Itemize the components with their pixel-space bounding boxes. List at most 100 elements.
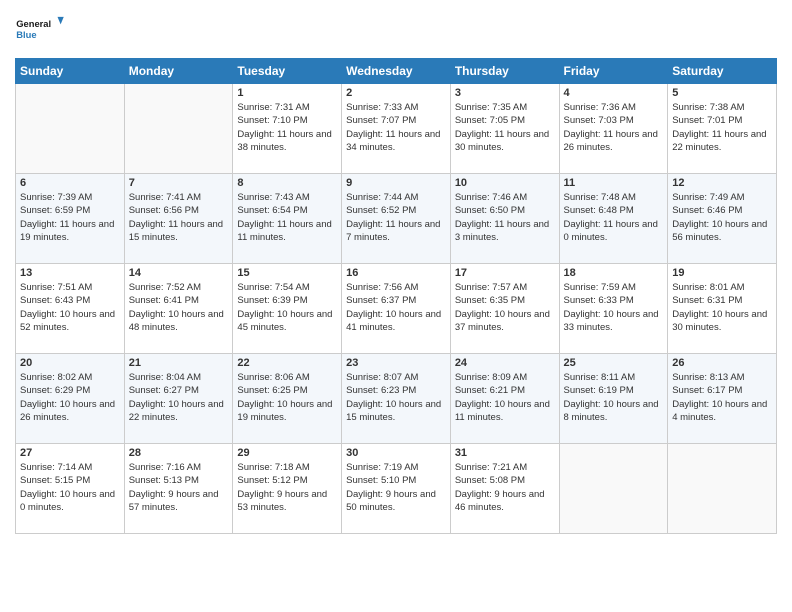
day-cell: 7 Sunrise: 7:41 AM Sunset: 6:56 PM Daylig… xyxy=(124,174,233,264)
svg-text:General: General xyxy=(16,19,51,29)
day-number: 30 xyxy=(346,447,446,459)
day-info: Sunrise: 7:44 AM Sunset: 6:52 PM Dayligh… xyxy=(346,191,446,244)
day-cell: 22 Sunrise: 8:06 AM Sunset: 6:25 PM Dayli… xyxy=(233,354,342,444)
weekday-header-row: SundayMondayTuesdayWednesdayThursdayFrid… xyxy=(16,59,777,84)
week-row-4: 20 Sunrise: 8:02 AM Sunset: 6:29 PM Dayli… xyxy=(16,354,777,444)
day-number: 19 xyxy=(672,267,772,279)
day-cell xyxy=(16,84,125,174)
day-number: 13 xyxy=(20,267,120,279)
day-cell: 24Sunrise: 8:09 AM Sunset: 6:21 PM Dayli… xyxy=(450,354,559,444)
day-cell: 6 Sunrise: 7:39 AM Sunset: 6:59 PM Daylig… xyxy=(16,174,125,264)
day-number: 15 xyxy=(237,267,337,279)
day-number: 11 xyxy=(564,177,664,189)
day-info: Sunrise: 7:21 AM Sunset: 5:08 PM Dayligh… xyxy=(455,461,555,514)
day-info: Sunrise: 8:07 AM Sunset: 6:23 PM Dayligh… xyxy=(346,371,446,424)
day-info: Sunrise: 7:56 AM Sunset: 6:37 PM Dayligh… xyxy=(346,281,446,334)
weekday-header-sunday: Sunday xyxy=(16,59,125,84)
day-info: Sunrise: 8:01 AM Sunset: 6:31 PM Dayligh… xyxy=(672,281,772,334)
weekday-header-monday: Monday xyxy=(124,59,233,84)
week-row-2: 6 Sunrise: 7:39 AM Sunset: 6:59 PM Daylig… xyxy=(16,174,777,264)
day-cell xyxy=(124,84,233,174)
day-cell: 29 Sunrise: 7:18 AM Sunset: 5:12 PM Dayli… xyxy=(233,444,342,534)
day-info: Sunrise: 7:41 AM Sunset: 6:56 PM Dayligh… xyxy=(129,191,229,244)
day-cell: 18 Sunrise: 7:59 AM Sunset: 6:33 PM Dayli… xyxy=(559,264,668,354)
day-cell: 21Sunrise: 8:04 AM Sunset: 6:27 PM Dayli… xyxy=(124,354,233,444)
day-info: Sunrise: 7:35 AM Sunset: 7:05 PM Dayligh… xyxy=(455,101,555,154)
weekday-header-saturday: Saturday xyxy=(668,59,777,84)
day-number: 1 xyxy=(237,87,337,99)
day-info: Sunrise: 7:18 AM Sunset: 5:12 PM Dayligh… xyxy=(237,461,337,514)
day-cell: 13Sunrise: 7:51 AM Sunset: 6:43 PM Dayli… xyxy=(16,264,125,354)
day-number: 6 xyxy=(20,177,120,189)
weekday-header-thursday: Thursday xyxy=(450,59,559,84)
week-row-5: 27 Sunrise: 7:14 AM Sunset: 5:15 PM Dayli… xyxy=(16,444,777,534)
day-cell: 17 Sunrise: 7:57 AM Sunset: 6:35 PM Dayli… xyxy=(450,264,559,354)
weekday-header-tuesday: Tuesday xyxy=(233,59,342,84)
day-cell: 28 Sunrise: 7:16 AM Sunset: 5:13 PM Dayli… xyxy=(124,444,233,534)
day-info: Sunrise: 7:38 AM Sunset: 7:01 PM Dayligh… xyxy=(672,101,772,154)
day-number: 8 xyxy=(237,177,337,189)
day-number: 22 xyxy=(237,357,337,369)
day-cell: 9 Sunrise: 7:44 AM Sunset: 6:52 PM Daylig… xyxy=(342,174,451,264)
svg-text:Blue: Blue xyxy=(16,30,36,40)
day-cell: 10Sunrise: 7:46 AM Sunset: 6:50 PM Dayli… xyxy=(450,174,559,264)
day-number: 18 xyxy=(564,267,664,279)
day-cell: 30Sunrise: 7:19 AM Sunset: 5:10 PM Dayli… xyxy=(342,444,451,534)
day-info: Sunrise: 7:49 AM Sunset: 6:46 PM Dayligh… xyxy=(672,191,772,244)
day-number: 20 xyxy=(20,357,120,369)
day-info: Sunrise: 7:16 AM Sunset: 5:13 PM Dayligh… xyxy=(129,461,229,514)
day-cell: 2Sunrise: 7:33 AM Sunset: 7:07 PM Daylig… xyxy=(342,84,451,174)
day-number: 9 xyxy=(346,177,446,189)
day-cell: 11 Sunrise: 7:48 AM Sunset: 6:48 PM Dayli… xyxy=(559,174,668,264)
day-cell: 3 Sunrise: 7:35 AM Sunset: 7:05 PM Daylig… xyxy=(450,84,559,174)
day-info: Sunrise: 7:48 AM Sunset: 6:48 PM Dayligh… xyxy=(564,191,664,244)
day-cell: 5Sunrise: 7:38 AM Sunset: 7:01 PM Daylig… xyxy=(668,84,777,174)
week-row-3: 13Sunrise: 7:51 AM Sunset: 6:43 PM Dayli… xyxy=(16,264,777,354)
day-number: 14 xyxy=(129,267,229,279)
day-info: Sunrise: 7:14 AM Sunset: 5:15 PM Dayligh… xyxy=(20,461,120,514)
day-cell: 23Sunrise: 8:07 AM Sunset: 6:23 PM Dayli… xyxy=(342,354,451,444)
day-info: Sunrise: 8:13 AM Sunset: 6:17 PM Dayligh… xyxy=(672,371,772,424)
day-info: Sunrise: 8:04 AM Sunset: 6:27 PM Dayligh… xyxy=(129,371,229,424)
weekday-header-wednesday: Wednesday xyxy=(342,59,451,84)
day-cell: 19 Sunrise: 8:01 AM Sunset: 6:31 PM Dayli… xyxy=(668,264,777,354)
day-info: Sunrise: 8:11 AM Sunset: 6:19 PM Dayligh… xyxy=(564,371,664,424)
day-cell: 31Sunrise: 7:21 AM Sunset: 5:08 PM Dayli… xyxy=(450,444,559,534)
header: General Blue xyxy=(15,10,777,50)
day-info: Sunrise: 8:06 AM Sunset: 6:25 PM Dayligh… xyxy=(237,371,337,424)
day-cell: 27 Sunrise: 7:14 AM Sunset: 5:15 PM Dayli… xyxy=(16,444,125,534)
day-info: Sunrise: 7:57 AM Sunset: 6:35 PM Dayligh… xyxy=(455,281,555,334)
day-info: Sunrise: 7:39 AM Sunset: 6:59 PM Dayligh… xyxy=(20,191,120,244)
day-cell: 26Sunrise: 8:13 AM Sunset: 6:17 PM Dayli… xyxy=(668,354,777,444)
logo: General Blue xyxy=(15,10,65,50)
day-number: 24 xyxy=(455,357,555,369)
day-cell: 8 Sunrise: 7:43 AM Sunset: 6:54 PM Daylig… xyxy=(233,174,342,264)
day-info: Sunrise: 7:36 AM Sunset: 7:03 PM Dayligh… xyxy=(564,101,664,154)
day-cell: 1 Sunrise: 7:31 AM Sunset: 7:10 PM Daylig… xyxy=(233,84,342,174)
day-cell: 20 Sunrise: 8:02 AM Sunset: 6:29 PM Dayli… xyxy=(16,354,125,444)
day-number: 7 xyxy=(129,177,229,189)
day-number: 4 xyxy=(564,87,664,99)
weekday-header-friday: Friday xyxy=(559,59,668,84)
day-info: Sunrise: 7:54 AM Sunset: 6:39 PM Dayligh… xyxy=(237,281,337,334)
day-cell xyxy=(668,444,777,534)
page: General Blue SundayMondayTuesdayWednesda… xyxy=(0,0,792,612)
week-row-1: 1 Sunrise: 7:31 AM Sunset: 7:10 PM Daylig… xyxy=(16,84,777,174)
day-info: Sunrise: 7:59 AM Sunset: 6:33 PM Dayligh… xyxy=(564,281,664,334)
day-info: Sunrise: 7:31 AM Sunset: 7:10 PM Dayligh… xyxy=(237,101,337,154)
day-number: 27 xyxy=(20,447,120,459)
day-cell: 14 Sunrise: 7:52 AM Sunset: 6:41 PM Dayli… xyxy=(124,264,233,354)
day-number: 3 xyxy=(455,87,555,99)
day-info: Sunrise: 7:33 AM Sunset: 7:07 PM Dayligh… xyxy=(346,101,446,154)
day-info: Sunrise: 7:52 AM Sunset: 6:41 PM Dayligh… xyxy=(129,281,229,334)
day-number: 17 xyxy=(455,267,555,279)
day-cell xyxy=(559,444,668,534)
day-number: 28 xyxy=(129,447,229,459)
logo-svg: General Blue xyxy=(15,10,65,50)
day-number: 10 xyxy=(455,177,555,189)
day-number: 12 xyxy=(672,177,772,189)
day-info: Sunrise: 8:02 AM Sunset: 6:29 PM Dayligh… xyxy=(20,371,120,424)
day-info: Sunrise: 7:43 AM Sunset: 6:54 PM Dayligh… xyxy=(237,191,337,244)
day-number: 29 xyxy=(237,447,337,459)
day-number: 16 xyxy=(346,267,446,279)
